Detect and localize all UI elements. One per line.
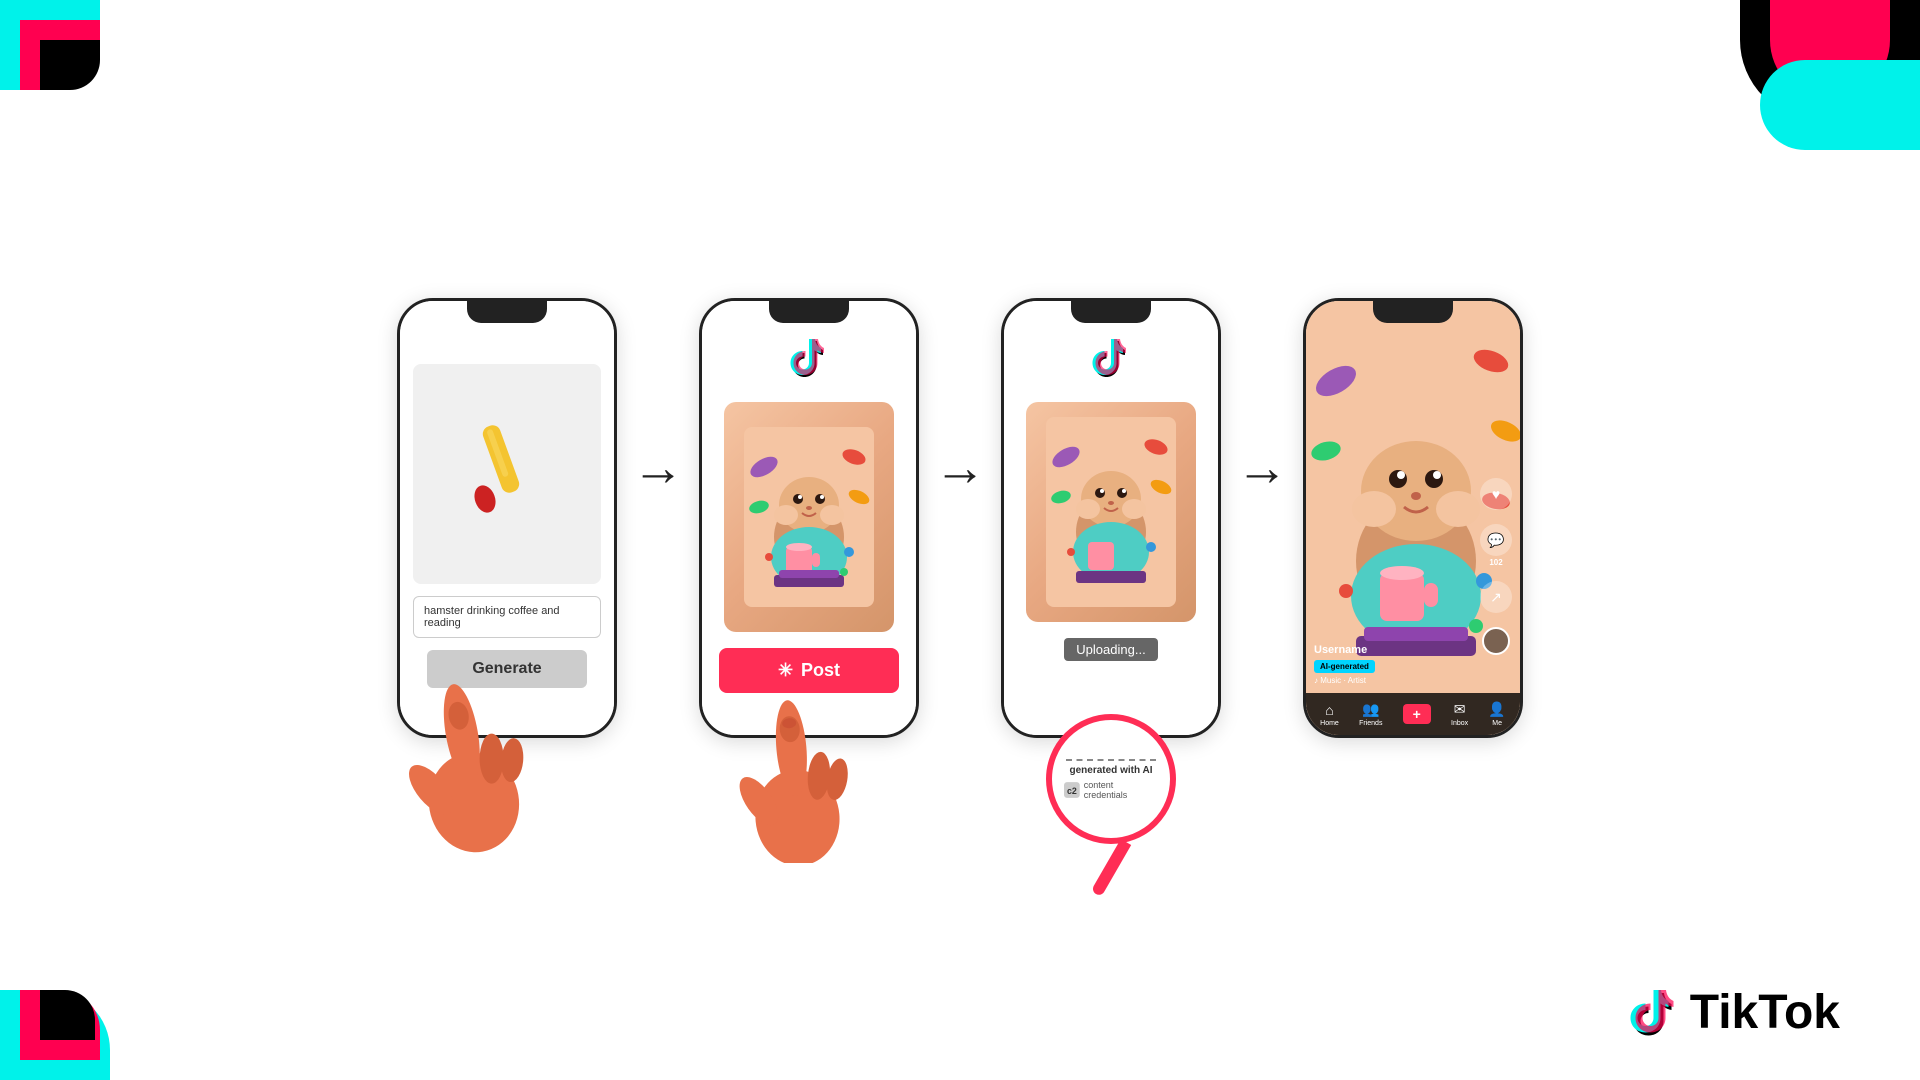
- nav-create[interactable]: +: [1403, 704, 1431, 724]
- corner-decoration-bl: [0, 960, 140, 1080]
- home-icon: ⌂: [1325, 702, 1333, 718]
- magnifier-circle: generated with AI c2 content credentials: [1046, 714, 1176, 844]
- home-label: Home: [1320, 720, 1339, 727]
- uploading-badge: Uploading...: [1064, 638, 1157, 661]
- arrow-2: →: [934, 438, 986, 498]
- phone-1-ai-generator: hamster drinking coffee and reading Gene…: [397, 298, 617, 738]
- phone-frame-3: Uploading...: [1001, 298, 1221, 738]
- phone-notch-1: [467, 301, 547, 323]
- tiktok-logo-3: [1089, 337, 1133, 386]
- phone2-screen: ✳ Post: [702, 301, 916, 735]
- heart-icon: ♥: [1480, 478, 1512, 510]
- generated-with-ai-text: generated with AI: [1070, 765, 1153, 776]
- tiktok-share-action[interactable]: ↗: [1480, 581, 1512, 613]
- nav-friends[interactable]: 👥 Friends: [1359, 701, 1382, 727]
- content-credentials-icon: c2: [1064, 782, 1080, 798]
- hand-1: [377, 673, 557, 858]
- tiktok-username: Username: [1314, 644, 1375, 656]
- me-icon: 👤: [1488, 701, 1505, 718]
- phone1-screen: hamster drinking coffee and reading Gene…: [400, 301, 614, 735]
- content-credentials-label: content credentials: [1084, 780, 1158, 800]
- phone-notch-4: [1373, 301, 1453, 323]
- phone-frame-2: ✳ Post: [699, 298, 919, 738]
- corner-decoration-tr: [1720, 0, 1920, 150]
- phone-notch-2: [769, 301, 849, 323]
- post-label: Post: [801, 660, 840, 681]
- nav-inbox[interactable]: ✉ Inbox: [1451, 701, 1468, 727]
- nav-home[interactable]: ⌂ Home: [1320, 702, 1339, 727]
- tiktok-bottom-nav: ⌂ Home 👥 Friends + ✉ Inbox 👤 Me: [1306, 693, 1520, 735]
- phone-2-tiktok-post: ✳ Post: [699, 298, 919, 738]
- phones-row: hamster drinking coffee and reading Gene…: [260, 298, 1660, 738]
- phone-3-uploading: Uploading... generated with AI c2 conten…: [1001, 298, 1221, 738]
- tiktok-info-overlay: Username AI-generated ♪ Music · Artist: [1314, 644, 1375, 685]
- upload-image-card: [1026, 402, 1196, 622]
- tiktok-brand-area: TikTok: [1628, 985, 1840, 1040]
- ai-generated-badge: AI-generated: [1314, 660, 1375, 673]
- hamster-image-card-2: [724, 402, 894, 632]
- arrow-3: →: [1236, 438, 1288, 498]
- paintbrush-icon: [457, 414, 557, 534]
- phone4-screen: Username AI-generated ♪ Music · Artist ♥…: [1306, 301, 1520, 735]
- dotted-separator: [1066, 759, 1156, 761]
- nav-me[interactable]: 👤 Me: [1488, 701, 1505, 727]
- inbox-label: Inbox: [1451, 720, 1468, 727]
- me-label: Me: [1492, 720, 1502, 727]
- phone3-screen: Uploading...: [1004, 301, 1218, 735]
- phone-notch-3: [1071, 301, 1151, 323]
- comment-icon: 💬: [1480, 524, 1512, 556]
- music-label: ♪ Music · Artist: [1314, 676, 1375, 685]
- tiktok-like-action[interactable]: ♥: [1480, 478, 1512, 510]
- svg-text:c2: c2: [1067, 785, 1077, 795]
- hand-2: [709, 693, 879, 868]
- tiktok-logo-2: [787, 337, 831, 386]
- ai-image-placeholder: [413, 364, 601, 584]
- arrow-1: →: [632, 438, 684, 498]
- post-button[interactable]: ✳ Post: [719, 648, 899, 693]
- corner-decoration-tl: [0, 0, 120, 120]
- content-credentials-row: c2 content credentials: [1064, 780, 1158, 800]
- phone-frame-4: Username AI-generated ♪ Music · Artist ♥…: [1303, 298, 1523, 738]
- friends-label: Friends: [1359, 720, 1382, 727]
- tiktok-comment-action[interactable]: 💬 102: [1480, 524, 1512, 567]
- share-icon: ↗: [1480, 581, 1512, 613]
- tiktok-right-sidebar: ♥ 💬 102 ↗: [1480, 478, 1512, 655]
- phone-frame-1: hamster drinking coffee and reading Gene…: [397, 298, 617, 738]
- magnifier-container: generated with AI c2 content credentials: [1046, 714, 1176, 898]
- phone-4-tiktok-feed: Username AI-generated ♪ Music · Artist ♥…: [1303, 298, 1523, 738]
- music-disc: [1482, 627, 1510, 655]
- tiktok-brand-text: TikTok: [1690, 985, 1840, 1040]
- friends-icon: 👥: [1362, 701, 1379, 718]
- prompt-input[interactable]: hamster drinking coffee and reading: [413, 596, 601, 638]
- inbox-icon: ✉: [1454, 701, 1466, 718]
- tiktok-brand-logo-icon: [1628, 987, 1680, 1039]
- sparkle-icon: ✳: [778, 660, 793, 681]
- magnifier-handle: [1091, 839, 1131, 897]
- likes-count: 102: [1489, 558, 1502, 567]
